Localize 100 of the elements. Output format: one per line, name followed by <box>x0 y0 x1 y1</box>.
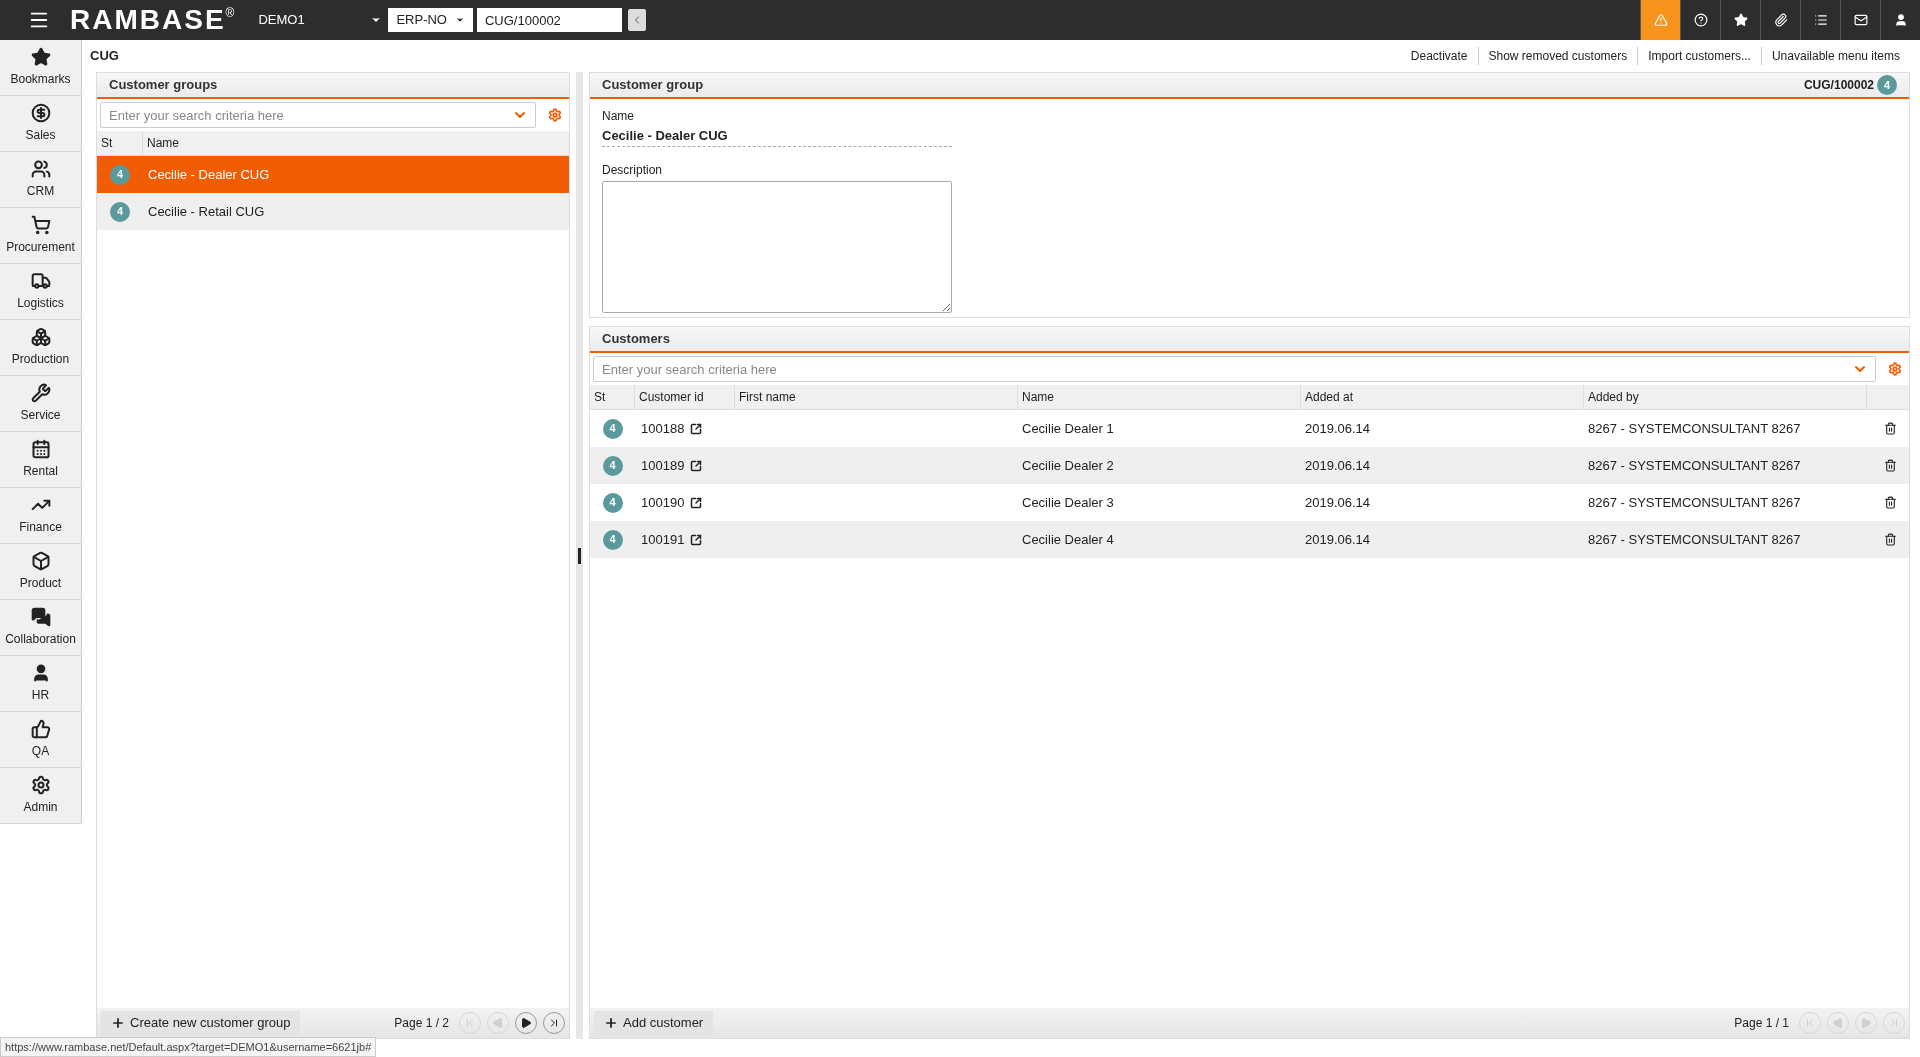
sidebar-item[interactable]: Production <box>0 320 81 376</box>
panel-title: Customer group <box>602 76 704 95</box>
region-select[interactable]: ERP-NO <box>388 8 473 32</box>
status-badge: 4 <box>602 455 623 476</box>
play-icon <box>1832 1017 1844 1029</box>
status-url: https://www.rambase.net/Default.aspx?target=DEMO1&username=6621jb# <box>0 1036 377 1057</box>
table-cell-text: Cecilie - Dealer CUG <box>147 165 270 184</box>
status-badge: 4 <box>110 201 130 222</box>
table-cell-text: 2019.06.14 <box>1304 419 1372 438</box>
delete-icon[interactable] <box>1884 422 1897 435</box>
status-badge: 4 <box>602 529 623 550</box>
panel-title: Customers <box>602 330 670 349</box>
sidebar-item[interactable]: Bookmarks <box>0 40 81 96</box>
column-header: Added at <box>1301 385 1584 409</box>
dropdown-icon <box>454 15 465 25</box>
table-cell-text: 2019.06.14 <box>1304 456 1372 475</box>
company-label: DEMO1 <box>258 11 306 30</box>
table-cell-text: Cecilie - Retail CUG <box>147 202 265 221</box>
add-customer-button[interactable]: Add customer <box>594 1011 714 1035</box>
field-label: Name <box>602 108 635 125</box>
column-header: Customer id <box>635 385 735 409</box>
page-label: Page 1 / 2 <box>394 1015 449 1032</box>
create-group-button[interactable]: Create new customer group <box>101 1011 301 1035</box>
users-icon <box>30 159 51 179</box>
delete-icon[interactable] <box>1884 496 1897 509</box>
link-icon[interactable] <box>690 533 703 546</box>
link-icon[interactable] <box>690 496 703 509</box>
action-link[interactable]: Unavailable menu items <box>1760 47 1910 65</box>
field-label: Description <box>602 162 664 179</box>
table-cell-text: Cecilie Dealer 3 <box>1021 493 1115 512</box>
status-badge: 4 <box>110 164 130 185</box>
action-link[interactable]: Show removed customers <box>1477 47 1638 65</box>
skip-icon <box>548 1017 560 1029</box>
sidebar-item[interactable]: Sales <box>0 96 81 152</box>
sidebar-item[interactable]: Product <box>0 544 81 600</box>
truck-icon <box>30 271 51 291</box>
status-badge: 4 <box>602 418 623 439</box>
table-row[interactable]: 4 Cecilie - Retail CUG <box>97 193 569 230</box>
table-cell-text: Cecilie Dealer 1 <box>1021 419 1115 438</box>
link-icon[interactable] <box>690 422 703 435</box>
sidebar-item[interactable]: Collaboration <box>0 600 81 656</box>
logo: RAMBASE <box>70 3 226 37</box>
action-link[interactable]: Deactivate <box>1400 47 1478 65</box>
table-cell-text: 100190 <box>641 493 685 512</box>
table-cell-text: 8267 - SYSTEMCONSULTANT 8267 <box>1587 456 1802 475</box>
action-link[interactable]: Import customers... <box>1637 47 1761 65</box>
table-cell-text: Cecilie Dealer 2 <box>1021 456 1115 475</box>
column-header: Name <box>1018 385 1301 409</box>
search-field[interactable]: Enter your search criteria here <box>593 356 1876 382</box>
table-cell-text: 100191 <box>641 530 685 549</box>
settings-icon <box>30 775 51 795</box>
boxes-icon <box>30 327 51 347</box>
table-row[interactable]: 4 100189 Cecilie Dealer 2 2019.06.14 8267 - SYSTEMCONSULTANT 8267 <box>590 447 1909 484</box>
money-icon <box>30 103 51 123</box>
registered-mark: ® <box>225 5 235 20</box>
collapse-button[interactable] <box>627 9 646 31</box>
delete-icon[interactable] <box>1884 459 1897 472</box>
sidebar-item[interactable]: QA <box>0 712 81 768</box>
page-title: CUG <box>90 47 119 66</box>
column-header: St <box>97 131 143 155</box>
play-icon <box>520 1017 532 1029</box>
sidebar-item[interactable]: Procurement <box>0 208 81 264</box>
star-icon <box>30 47 51 67</box>
play-icon <box>1860 1017 1872 1029</box>
sidebar-item[interactable]: Finance <box>0 488 81 544</box>
wrench-icon <box>30 383 51 403</box>
play-icon <box>492 1017 504 1029</box>
skip-icon <box>464 1017 476 1029</box>
description-field[interactable] <box>602 181 952 313</box>
search-field[interactable]: Enter your search criteria here <box>100 102 536 128</box>
column-header: St <box>590 385 635 409</box>
table-cell-text: 8267 - SYSTEMCONSULTANT 8267 <box>1587 493 1802 512</box>
table-cell-text: 2019.06.14 <box>1304 493 1372 512</box>
object-field[interactable]: CUG/100002 <box>476 8 622 32</box>
sidebar-item[interactable]: Admin <box>0 768 81 824</box>
record-id: CUG/100002 <box>1803 77 1874 94</box>
sidebar-item[interactable]: Rental <box>0 432 81 488</box>
sidebar-item[interactable]: Service <box>0 376 81 432</box>
settings-icon[interactable] <box>1888 362 1902 376</box>
name-field[interactable]: Cecilie - Dealer CUG <box>602 125 952 147</box>
column-header: First name <box>735 385 1018 409</box>
delete-icon[interactable] <box>1884 533 1897 546</box>
panel-title: Customer groups <box>109 76 218 95</box>
status-badge: 4 <box>1877 75 1897 95</box>
table-cell-text: 2019.06.14 <box>1304 530 1372 549</box>
sidebar-item[interactable]: HR <box>0 656 81 712</box>
chat-icon <box>30 607 51 627</box>
table-cell-text: Cecilie Dealer 4 <box>1021 530 1115 549</box>
column-header: Added by <box>1584 385 1867 409</box>
table-row[interactable]: 4 100191 Cecilie Dealer 4 2019.06.14 8267 - SYSTEMCONSULTANT 8267 <box>590 521 1909 558</box>
sidebar-item[interactable]: Logistics <box>0 264 81 320</box>
cart-icon <box>30 215 51 235</box>
sidebar-item[interactable]: CRM <box>0 152 81 208</box>
skip-icon <box>1888 1017 1900 1029</box>
link-icon[interactable] <box>690 459 703 472</box>
status-badge: 4 <box>602 492 623 513</box>
settings-icon[interactable] <box>548 108 562 122</box>
column-header: Name <box>146 135 180 152</box>
warning-icon[interactable] <box>1640 0 1680 40</box>
thumbs-up-icon <box>30 719 51 739</box>
